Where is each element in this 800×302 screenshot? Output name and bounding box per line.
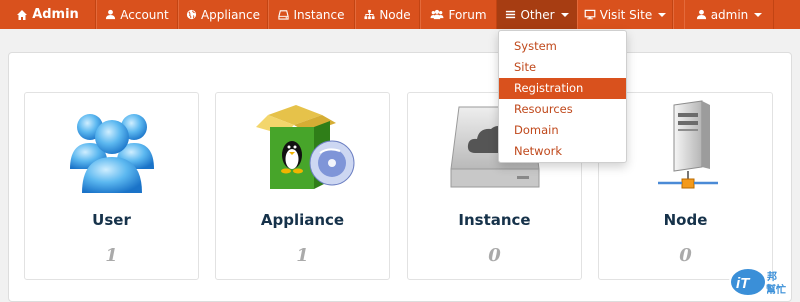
- monitor-icon: [584, 9, 596, 20]
- card-user-title: User: [92, 211, 131, 229]
- dropdown-item-network[interactable]: Network: [499, 141, 626, 162]
- nav-forum-label: Forum: [448, 7, 487, 22]
- group-icon: [431, 9, 444, 20]
- nav-node-label: Node: [379, 7, 411, 22]
- nav-appliance[interactable]: Appliance: [178, 0, 268, 29]
- nav-forum[interactable]: Forum: [420, 0, 497, 29]
- svg-text:iT: iT: [736, 275, 751, 292]
- users-icon: [25, 97, 198, 197]
- nav-admin-user[interactable]: admin: [684, 0, 774, 29]
- globe-icon: [186, 9, 197, 20]
- nav-visit-site-label: Visit Site: [599, 7, 653, 22]
- card-appliance[interactable]: Appliance 1: [215, 92, 390, 280]
- ithome-watermark-logo: iT 邦 幫忙: [728, 262, 798, 298]
- card-instance-value: 0: [488, 245, 501, 266]
- top-navbar: Admin Account Appliance Instance Node Fo…: [0, 0, 800, 29]
- user-icon: [696, 9, 706, 20]
- brand-label: Admin: [32, 7, 79, 22]
- chevron-down-icon: [658, 12, 667, 17]
- user-icon: [106, 9, 116, 20]
- menu-icon: [506, 10, 516, 19]
- nav-appliance-label: Appliance: [200, 7, 261, 22]
- dropdown-item-site[interactable]: Site: [499, 57, 626, 78]
- chevron-down-icon: [560, 12, 569, 17]
- card-instance-title: Instance: [458, 211, 531, 229]
- nav-brand-admin[interactable]: Admin: [0, 0, 96, 29]
- dropdown-item-resources[interactable]: Resources: [499, 99, 626, 120]
- card-user-value: 1: [105, 245, 118, 266]
- card-node-title: Node: [663, 211, 708, 229]
- nav-other[interactable]: Other: [497, 0, 577, 29]
- card-appliance-value: 1: [296, 245, 309, 266]
- chevron-down-icon: [754, 12, 763, 17]
- other-dropdown-menu: System Site Registration Resources Domai…: [498, 30, 627, 163]
- dropdown-item-registration[interactable]: Registration: [499, 78, 626, 99]
- nav-account[interactable]: Account: [96, 0, 178, 29]
- nav-other-label: Other: [520, 7, 555, 22]
- navbar-spacer: [673, 0, 684, 29]
- home-icon: [17, 9, 28, 20]
- linux-package-icon: [216, 97, 389, 197]
- navbar-end: [774, 0, 800, 29]
- hdd-icon: [278, 10, 290, 20]
- dropdown-item-system[interactable]: System: [499, 36, 626, 57]
- nav-admin-label: admin: [710, 7, 749, 22]
- nav-visit-site[interactable]: Visit Site: [577, 0, 673, 29]
- sitemap-icon: [364, 9, 375, 20]
- svg-text:幫忙: 幫忙: [766, 283, 786, 296]
- nav-account-label: Account: [120, 7, 169, 22]
- svg-text:邦: 邦: [767, 270, 777, 283]
- dropdown-item-domain[interactable]: Domain: [499, 120, 626, 141]
- nav-node[interactable]: Node: [355, 0, 420, 29]
- nav-instance-label: Instance: [293, 7, 345, 22]
- card-appliance-title: Appliance: [260, 211, 345, 229]
- card-user[interactable]: User 1: [24, 92, 199, 280]
- nav-instance[interactable]: Instance: [268, 0, 355, 29]
